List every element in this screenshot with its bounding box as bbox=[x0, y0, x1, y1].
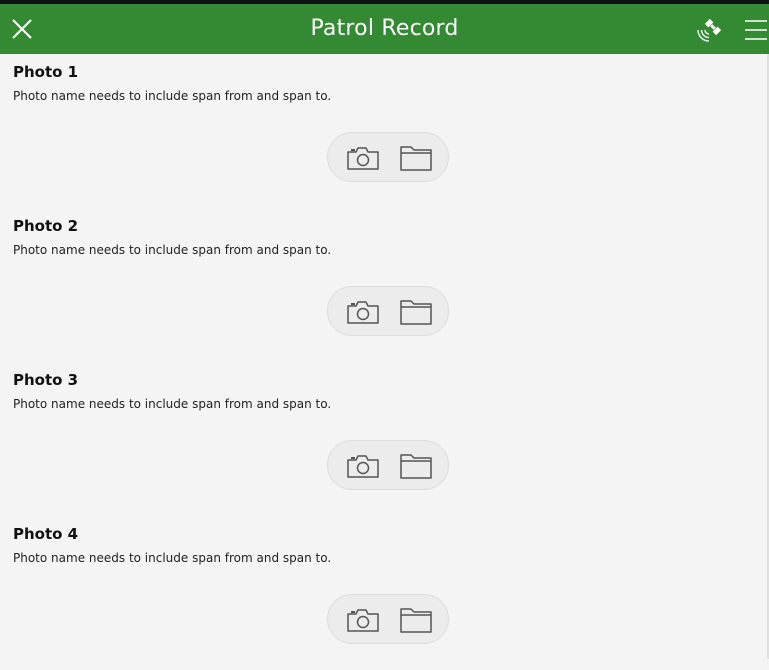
camera-icon bbox=[347, 301, 379, 324]
photo-field: Photo 1 Photo name needs to include span… bbox=[0, 54, 769, 208]
app-header: Patrol Record bbox=[0, 4, 769, 54]
photo-field-title: Photo 3 bbox=[13, 371, 79, 389]
menu-button[interactable] bbox=[742, 16, 768, 44]
photo-action-group bbox=[327, 594, 449, 644]
menu-icon bbox=[745, 20, 767, 40]
folder-icon bbox=[400, 454, 432, 479]
photo-field-title: Photo 2 bbox=[13, 217, 79, 235]
photo-action-group bbox=[327, 132, 449, 182]
photo-field: Photo 4 Photo name needs to include span… bbox=[0, 516, 769, 670]
photo-field-title: Photo 1 bbox=[13, 63, 79, 81]
take-photo-button[interactable] bbox=[345, 298, 381, 326]
gps-status-button[interactable] bbox=[693, 14, 725, 46]
take-photo-button[interactable] bbox=[345, 144, 381, 172]
photo-field-hint: Photo name needs to include span from an… bbox=[13, 89, 332, 103]
choose-file-button[interactable] bbox=[398, 452, 434, 480]
take-photo-button[interactable] bbox=[345, 606, 381, 634]
satellite-icon bbox=[697, 18, 722, 42]
camera-icon bbox=[347, 455, 379, 478]
choose-file-button[interactable] bbox=[398, 298, 434, 326]
photo-field-hint: Photo name needs to include span from an… bbox=[13, 243, 332, 257]
photo-field-title: Photo 4 bbox=[13, 525, 79, 543]
photo-action-group bbox=[327, 286, 449, 336]
page-title: Patrol Record bbox=[310, 16, 459, 41]
choose-file-button[interactable] bbox=[398, 144, 434, 172]
form-content: Photo 1 Photo name needs to include span… bbox=[0, 54, 769, 670]
folder-icon bbox=[400, 146, 432, 171]
photo-field-hint: Photo name needs to include span from an… bbox=[13, 397, 332, 411]
photo-field: Photo 2 Photo name needs to include span… bbox=[0, 208, 769, 362]
photo-field: Photo 3 Photo name needs to include span… bbox=[0, 362, 769, 516]
choose-file-button[interactable] bbox=[398, 606, 434, 634]
camera-icon bbox=[347, 147, 379, 170]
take-photo-button[interactable] bbox=[345, 452, 381, 480]
folder-icon bbox=[400, 608, 432, 633]
photo-action-group bbox=[327, 440, 449, 490]
folder-icon bbox=[400, 300, 432, 325]
photo-field-hint: Photo name needs to include span from an… bbox=[13, 551, 332, 565]
camera-icon bbox=[347, 609, 379, 632]
